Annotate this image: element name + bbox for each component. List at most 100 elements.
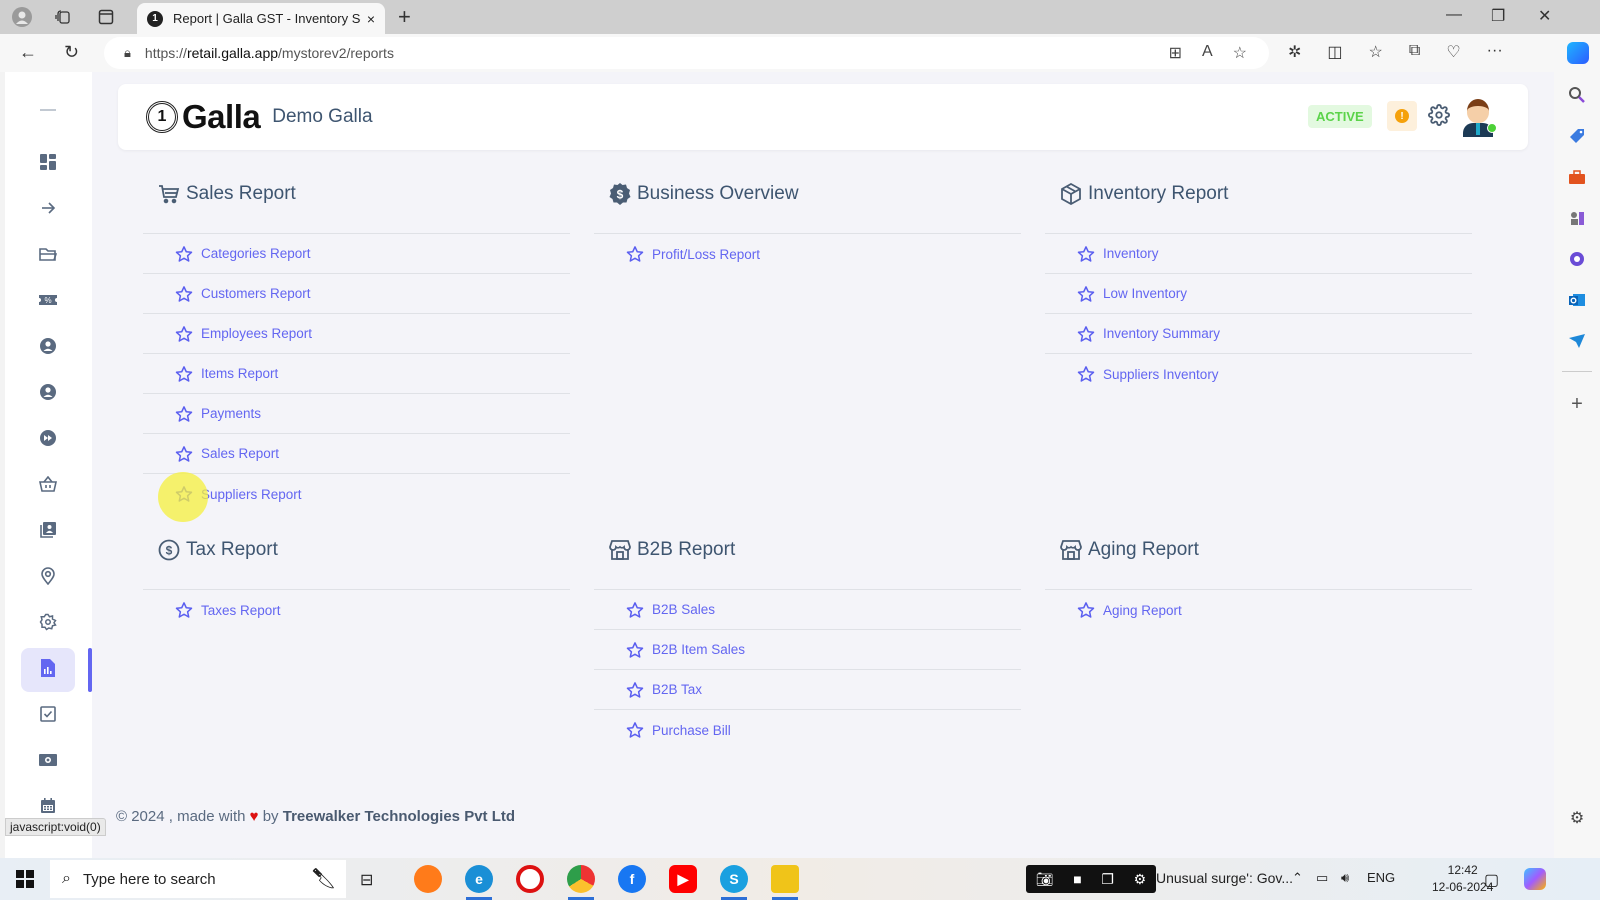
- company-link[interactable]: Treewalker Technologies Pvt Ltd: [283, 808, 515, 825]
- video-icon[interactable]: ■: [1073, 871, 1081, 887]
- sidebar-item-contacts[interactable]: [21, 510, 75, 554]
- star-icon[interactable]: [626, 245, 644, 263]
- sidebar-settings-icon[interactable]: ⚙: [1566, 807, 1588, 829]
- edge-icon[interactable]: e: [465, 865, 493, 893]
- report-link[interactable]: B2B Item Sales: [594, 630, 1021, 670]
- app-available-icon[interactable]: ⊞: [1169, 43, 1182, 63]
- split-screen-icon[interactable]: ◫: [1327, 42, 1342, 62]
- star-icon[interactable]: [626, 721, 644, 739]
- facebook-icon[interactable]: f: [618, 865, 646, 893]
- sidebar-item-user-circle[interactable]: [21, 372, 75, 416]
- report-link[interactable]: Sales Report: [143, 434, 570, 474]
- meet-now-icon[interactable]: ▭: [1316, 870, 1328, 886]
- youtube-icon[interactable]: ▶: [669, 865, 697, 893]
- firefox-icon[interactable]: [414, 865, 442, 893]
- report-link[interactable]: Inventory: [1045, 234, 1472, 274]
- brand[interactable]: 1 Galla Demo Galla: [146, 98, 373, 136]
- sidebar-item-location-pin[interactable]: [21, 556, 75, 600]
- recorder-icon[interactable]: [516, 865, 544, 893]
- show-hidden-icons-icon[interactable]: ⌃: [1292, 870, 1303, 886]
- browser-tab-active[interactable]: 1 Report | Galla GST - Inventory So ×: [137, 3, 385, 34]
- language-indicator[interactable]: ENG: [1367, 870, 1395, 885]
- sidebar-item-folder[interactable]: [21, 234, 75, 278]
- copilot-icon[interactable]: [1567, 42, 1589, 64]
- star-icon[interactable]: [626, 681, 644, 699]
- star-icon[interactable]: [1077, 285, 1095, 303]
- star-icon[interactable]: [175, 601, 193, 619]
- settings-icon[interactable]: [1428, 104, 1450, 132]
- read-aloud-icon[interactable]: A: [1202, 43, 1213, 63]
- chrome-icon[interactable]: [567, 865, 595, 893]
- report-link[interactable]: Items Report: [143, 354, 570, 394]
- workspaces-icon[interactable]: [53, 7, 73, 27]
- star-icon[interactable]: [1077, 601, 1095, 619]
- report-link[interactable]: Suppliers Inventory: [1045, 354, 1472, 394]
- profile-icon[interactable]: [12, 7, 32, 27]
- windows-start-icon[interactable]: [16, 870, 34, 893]
- outlook-icon[interactable]: [1566, 289, 1588, 311]
- report-link[interactable]: Payments: [143, 394, 570, 434]
- maps-app-icon[interactable]: [771, 865, 799, 893]
- sidebar-item-arrow-right[interactable]: [21, 188, 75, 232]
- microsoft-365-icon[interactable]: [1566, 248, 1588, 270]
- volume-icon[interactable]: 🔊︎: [1341, 870, 1349, 886]
- taskbar-search[interactable]: ⌕ Type here to search 🔪︎: [50, 860, 346, 898]
- extensions-icon[interactable]: ✲: [1288, 42, 1301, 62]
- favorites-icon[interactable]: ☆: [1369, 42, 1383, 62]
- url-field[interactable]: 🔒︎ https://retail.galla.app/mystorev2/re…: [104, 37, 1269, 69]
- minimize-icon[interactable]: —: [1446, 6, 1462, 24]
- report-link[interactable]: B2B Tax: [594, 670, 1021, 710]
- report-link[interactable]: Profit/Loss Report: [594, 234, 1021, 274]
- browser-essentials-icon[interactable]: ♡: [1446, 42, 1460, 62]
- games-icon[interactable]: [1566, 207, 1588, 229]
- news-ticker[interactable]: Unusual surge': Gov...: [1156, 870, 1293, 886]
- refresh-icon[interactable]: ↻: [64, 42, 79, 63]
- back-icon[interactable]: ←: [19, 42, 37, 63]
- sidebar-item-fast-forward[interactable]: [21, 418, 75, 462]
- user-avatar[interactable]: [1461, 95, 1497, 137]
- report-link[interactable]: B2B Sales: [594, 590, 1021, 630]
- copilot-taskbar-icon[interactable]: [1524, 868, 1546, 890]
- notifications-icon[interactable]: ▢: [1484, 870, 1499, 890]
- task-view-icon[interactable]: ⊟: [360, 870, 373, 890]
- star-icon[interactable]: [626, 601, 644, 619]
- report-link[interactable]: Categories Report: [143, 234, 570, 274]
- star-icon[interactable]: [175, 405, 193, 423]
- sidebar-item-discount-ticket[interactable]: %: [21, 280, 75, 324]
- report-link[interactable]: Employees Report: [143, 314, 570, 354]
- star-icon[interactable]: [175, 325, 193, 343]
- skype-icon[interactable]: S: [720, 865, 748, 893]
- new-tab-button[interactable]: +: [398, 4, 411, 30]
- report-link[interactable]: Low Inventory: [1045, 274, 1472, 314]
- report-link[interactable]: Taxes Report: [143, 590, 570, 630]
- report-link[interactable]: Customers Report: [143, 274, 570, 314]
- report-link[interactable]: Aging Report: [1045, 590, 1472, 630]
- star-icon[interactable]: [1077, 325, 1095, 343]
- sidebar-item-checkbox[interactable]: [21, 694, 75, 738]
- tools-icon[interactable]: [1566, 166, 1588, 188]
- sidebar-item-menu-collapse[interactable]: [21, 90, 75, 134]
- star-icon[interactable]: [1077, 365, 1095, 383]
- capture-settings-icon[interactable]: ⚙: [1134, 871, 1147, 888]
- collections-icon[interactable]: ⧉: [1409, 42, 1420, 62]
- star-icon[interactable]: [175, 245, 193, 263]
- lock-icon[interactable]: 🔒︎: [124, 45, 131, 61]
- close-tab-icon[interactable]: ×: [367, 11, 375, 27]
- star-icon[interactable]: [175, 445, 193, 463]
- camera-icon[interactable]: 📷︎: [1036, 871, 1054, 888]
- sidebar-item-cash[interactable]: [21, 740, 75, 784]
- search-icon[interactable]: [1566, 84, 1588, 106]
- sidebar-item-report-file[interactable]: [21, 648, 75, 692]
- report-link[interactable]: Purchase Bill: [594, 710, 1021, 750]
- more-options-icon[interactable]: ···: [1487, 42, 1503, 62]
- star-icon[interactable]: [175, 365, 193, 383]
- shopping-tag-icon[interactable]: [1566, 125, 1588, 147]
- favorite-star-icon[interactable]: ☆: [1233, 43, 1247, 63]
- tab-actions-icon[interactable]: [96, 7, 116, 27]
- star-icon[interactable]: [175, 285, 193, 303]
- star-icon[interactable]: [626, 641, 644, 659]
- sidebar-item-settings[interactable]: [21, 602, 75, 646]
- close-window-icon[interactable]: ✕: [1538, 6, 1551, 26]
- sidebar-item-user-circle[interactable]: [21, 326, 75, 370]
- notification-button[interactable]: !: [1387, 101, 1417, 131]
